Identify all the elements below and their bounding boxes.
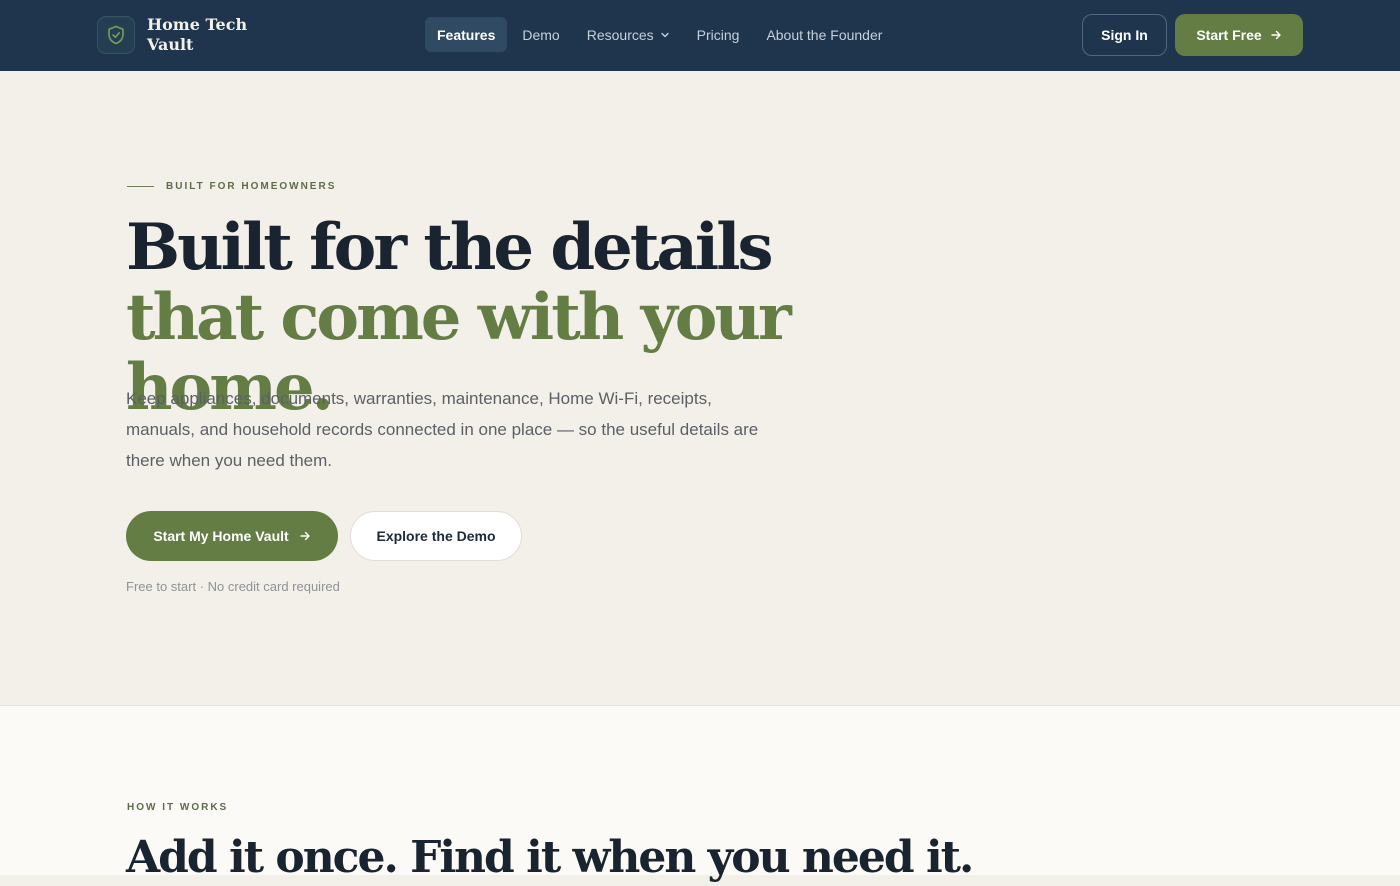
sign-in-button[interactable]: Sign In — [1082, 14, 1167, 56]
how-it-works-eyebrow: HOW IT WORKS — [127, 802, 229, 813]
nav-link-label: Resources — [586, 26, 654, 43]
nav-link-resources[interactable]: Resources — [575, 17, 682, 52]
how-it-works-title: Add it once. Find it when you need it. — [126, 832, 974, 883]
arrow-right-icon — [299, 530, 311, 542]
eyebrow-text: BUILT FOR HOMEOWNERS — [166, 181, 337, 192]
brand-name: Home Tech Vault — [147, 15, 248, 54]
hero-fine-print: Free to start · No credit card required — [126, 579, 340, 594]
arrow-right-icon — [1270, 29, 1282, 41]
nav-link-label: Features — [437, 26, 496, 43]
top-nav: Home Tech Vault Features Demo Resources … — [0, 0, 1400, 71]
sign-in-label: Sign In — [1101, 27, 1148, 43]
shield-check-icon — [97, 16, 135, 54]
secondary-cta-label: Explore the Demo — [376, 528, 496, 544]
hero-description: Keep appliances, documents, warranties, … — [126, 389, 759, 470]
primary-nav: Features Demo Resources Pricing About th… — [425, 17, 897, 52]
primary-cta-label: Start My Home Vault — [153, 528, 289, 544]
headline-line-1: Built for the details — [126, 210, 774, 285]
eyebrow-rule — [127, 186, 154, 187]
how-it-works-section: HOW IT WORKS Add it once. Find it when y… — [0, 706, 1400, 883]
chevron-down-icon — [660, 30, 670, 40]
nav-link-features[interactable]: Features — [425, 17, 508, 52]
explore-demo-button[interactable]: Explore the Demo — [350, 511, 522, 561]
start-free-label: Start Free — [1196, 27, 1262, 43]
hero-eyebrow: BUILT FOR HOMEOWNERS — [127, 181, 336, 192]
start-free-button[interactable]: Start Free — [1175, 14, 1303, 56]
brand-logo[interactable]: Home Tech Vault — [97, 15, 257, 55]
start-my-home-vault-button[interactable]: Start My Home Vault — [126, 511, 338, 561]
nav-link-label: Pricing — [696, 26, 740, 43]
nav-link-about-founder[interactable]: About the Founder — [754, 17, 894, 52]
nav-link-label: About the Founder — [766, 26, 883, 43]
nav-link-demo[interactable]: Demo — [510, 17, 571, 52]
hero-section: BUILT FOR HOMEOWNERS Built for the detai… — [0, 71, 1400, 705]
nav-link-label: Demo — [522, 26, 560, 43]
nav-link-pricing[interactable]: Pricing — [685, 17, 752, 52]
